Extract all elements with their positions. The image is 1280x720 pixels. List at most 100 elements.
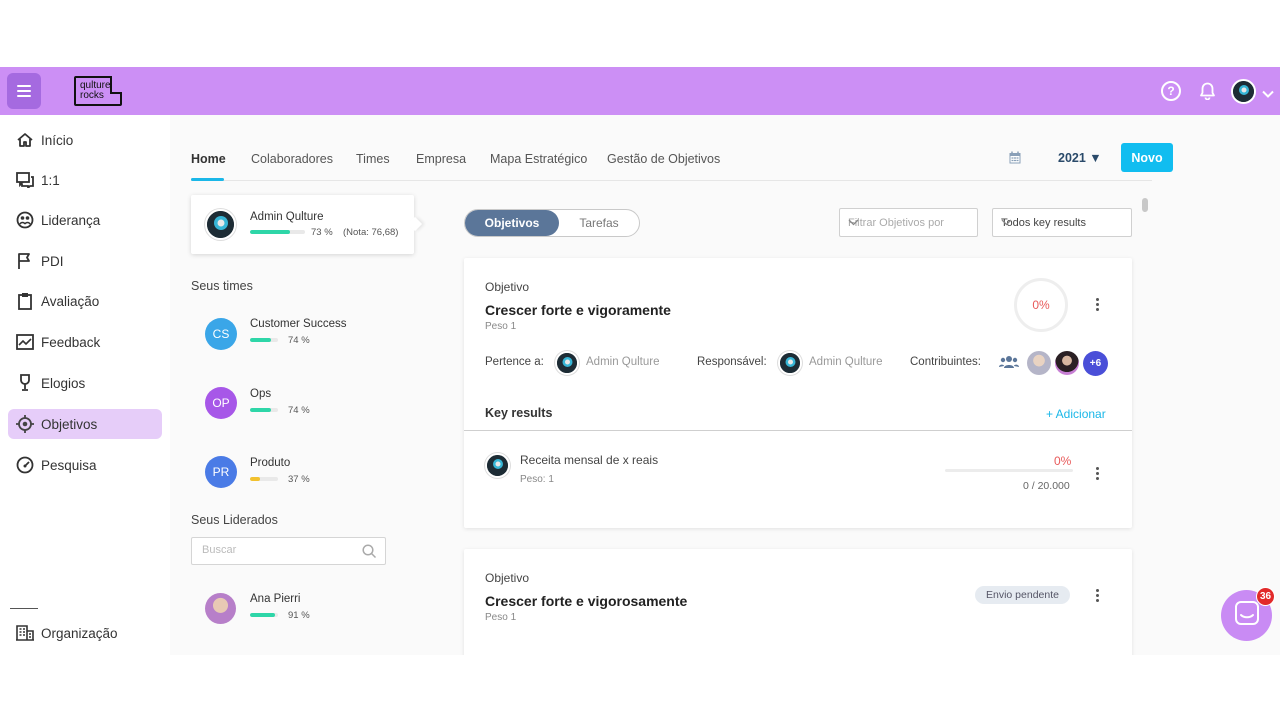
- team-avatar[interactable]: PR: [205, 456, 237, 488]
- sidebar-item-inicio[interactable]: Início: [8, 125, 162, 155]
- main-content: Home Colaboradores Times Empresa Mapa Es…: [170, 115, 1280, 655]
- user-name: Admin Qulture: [250, 211, 324, 223]
- team-percent: 37 %: [288, 474, 310, 485]
- tab-gestao-de-objetivos[interactable]: Gestão de Objetivos: [607, 152, 720, 166]
- user-summary-card[interactable]: Admin Qulture 73 % (Nota: 76,68): [191, 195, 414, 254]
- objective-weight: Peso 1: [485, 612, 517, 623]
- sidebar-item-label: Objetivos: [41, 416, 98, 432]
- objective-card[interactable]: Objetivo Crescer forte e vigoramente Pes…: [464, 258, 1132, 528]
- objectives-tasks-toggle: Objetivos Tarefas: [464, 209, 640, 237]
- kebab-menu-icon[interactable]: [1090, 295, 1104, 313]
- user-avatar[interactable]: [1231, 79, 1256, 104]
- sidebar-item-label: Organização: [41, 625, 118, 641]
- team-avatar[interactable]: CS: [205, 318, 237, 350]
- avatar[interactable]: [1055, 351, 1079, 375]
- avatar: [778, 351, 802, 375]
- more-contributors-badge[interactable]: +6: [1083, 351, 1108, 376]
- objective-kicker: Objetivo: [485, 571, 530, 585]
- avatar[interactable]: [205, 593, 236, 624]
- team-name[interactable]: Produto: [250, 457, 290, 469]
- objective-title[interactable]: Crescer forte e vigorosamente: [485, 593, 687, 609]
- sidebar-divider: [10, 608, 38, 609]
- key-result-progress-bar: [945, 469, 1073, 472]
- belongs-name[interactable]: Admin Qulture: [586, 356, 660, 368]
- tab-colaboradores[interactable]: Colaboradores: [251, 152, 333, 166]
- sidebar: Início 1:1 Liderança PDI Avaliação Feedb…: [0, 115, 170, 655]
- home-icon: [14, 129, 36, 151]
- divider: [464, 430, 1132, 431]
- toggle-tarefas[interactable]: Tarefas: [561, 210, 637, 236]
- flag-icon: [14, 250, 36, 272]
- objective-weight: Peso 1: [485, 321, 517, 332]
- tab-times[interactable]: Times: [356, 152, 390, 166]
- feedback-icon: [14, 331, 36, 353]
- scrollbar-thumb[interactable]: [1142, 198, 1148, 212]
- qulture-rocks-logo[interactable]: qulture rocks: [74, 76, 122, 106]
- led-search-field[interactable]: [191, 537, 386, 565]
- help-icon[interactable]: ?: [1161, 81, 1181, 101]
- kebab-menu-icon[interactable]: [1090, 586, 1104, 604]
- sidebar-item-label: 1:1: [41, 172, 60, 188]
- sidebar-item-label: Início: [41, 132, 74, 148]
- team-name[interactable]: Ops: [250, 388, 271, 400]
- menu-line: [17, 90, 31, 92]
- owner-name[interactable]: Admin Qulture: [809, 356, 883, 368]
- team-name[interactable]: Customer Success: [250, 318, 347, 330]
- add-key-result-link[interactable]: + Adicionar: [1046, 407, 1106, 421]
- search-icon[interactable]: [362, 544, 377, 564]
- key-result-weight: Peso: 1: [520, 474, 554, 485]
- objective-title[interactable]: Crescer forte e vigoramente: [485, 302, 671, 318]
- tab-empresa[interactable]: Empresa: [416, 152, 466, 166]
- team-progress-bar: [250, 477, 278, 481]
- sidebar-item-feedback[interactable]: Feedback: [8, 327, 162, 357]
- team-progress-bar: [250, 338, 278, 342]
- sidebar-item-elogios[interactable]: Elogios: [8, 368, 162, 398]
- sidebar-item-organizacao[interactable]: Organização: [8, 618, 162, 648]
- progress-fill: [250, 338, 271, 342]
- key-result-value: 0 / 20.000: [1023, 480, 1070, 492]
- calendar-icon[interactable]: [1009, 151, 1021, 169]
- sidebar-item-label: PDI: [41, 253, 64, 269]
- hamburger-menu-button[interactable]: [7, 73, 41, 109]
- filter-objectives-select[interactable]: Filtrar Objetivos por: [839, 208, 978, 237]
- team-avatar[interactable]: OP: [205, 387, 237, 419]
- status-badge: Envio pendente: [975, 586, 1070, 604]
- app-window: qulture rocks ? Início 1:1 Liderança PDI…: [0, 67, 1280, 655]
- sidebar-item-objetivos[interactable]: Objetivos: [8, 409, 162, 439]
- sidebar-item-label: Avaliação: [41, 293, 100, 309]
- tab-mapa-estrategico[interactable]: Mapa Estratégico: [490, 152, 587, 166]
- sidebar-item-label: Pesquisa: [41, 457, 97, 473]
- avatar: [555, 351, 579, 375]
- objective-progress-ring: 0%: [1014, 278, 1068, 332]
- sidebar-item-avaliacao[interactable]: Avaliação: [8, 286, 162, 316]
- led-percent: 91 %: [288, 610, 310, 621]
- chevron-down-icon: [848, 217, 970, 229]
- sidebar-item-label: Feedback: [41, 334, 101, 350]
- led-name[interactable]: Ana Pierri: [250, 593, 301, 605]
- progress-fill: [250, 477, 261, 481]
- led-search-input[interactable]: [202, 544, 352, 556]
- key-results-select[interactable]: Todos key results: [992, 208, 1132, 237]
- key-results-title: Key results: [485, 406, 553, 420]
- sidebar-item-pesquisa[interactable]: Pesquisa: [8, 450, 162, 480]
- bell-icon[interactable]: [1197, 81, 1217, 101]
- chevron-down-icon: [1001, 217, 1124, 229]
- leadership-icon: [14, 209, 36, 231]
- kebab-menu-icon[interactable]: [1090, 464, 1104, 482]
- toggle-objetivos[interactable]: Objetivos: [465, 210, 559, 236]
- key-result-name[interactable]: Receita mensal de x reais: [520, 453, 658, 467]
- sidebar-item-lideranca[interactable]: Liderança: [8, 205, 162, 235]
- team-progress-bar: [250, 408, 278, 412]
- teams-section-title: Seus times: [191, 279, 253, 293]
- tab-home[interactable]: Home: [191, 152, 226, 166]
- target-icon: [14, 413, 36, 435]
- chevron-down-icon[interactable]: [1262, 85, 1274, 103]
- sidebar-item-pdi[interactable]: PDI: [8, 246, 162, 276]
- year-select[interactable]: 2021 ▼: [1058, 151, 1102, 165]
- team-percent: 74 %: [288, 335, 310, 346]
- avatar[interactable]: [1027, 351, 1051, 375]
- sidebar-item-one-on-one[interactable]: 1:1: [8, 165, 162, 195]
- objective-card[interactable]: Objetivo Crescer forte e vigorosamente P…: [464, 549, 1132, 655]
- new-button[interactable]: Novo: [1121, 143, 1173, 172]
- user-note: (Nota: 76,68): [343, 227, 399, 238]
